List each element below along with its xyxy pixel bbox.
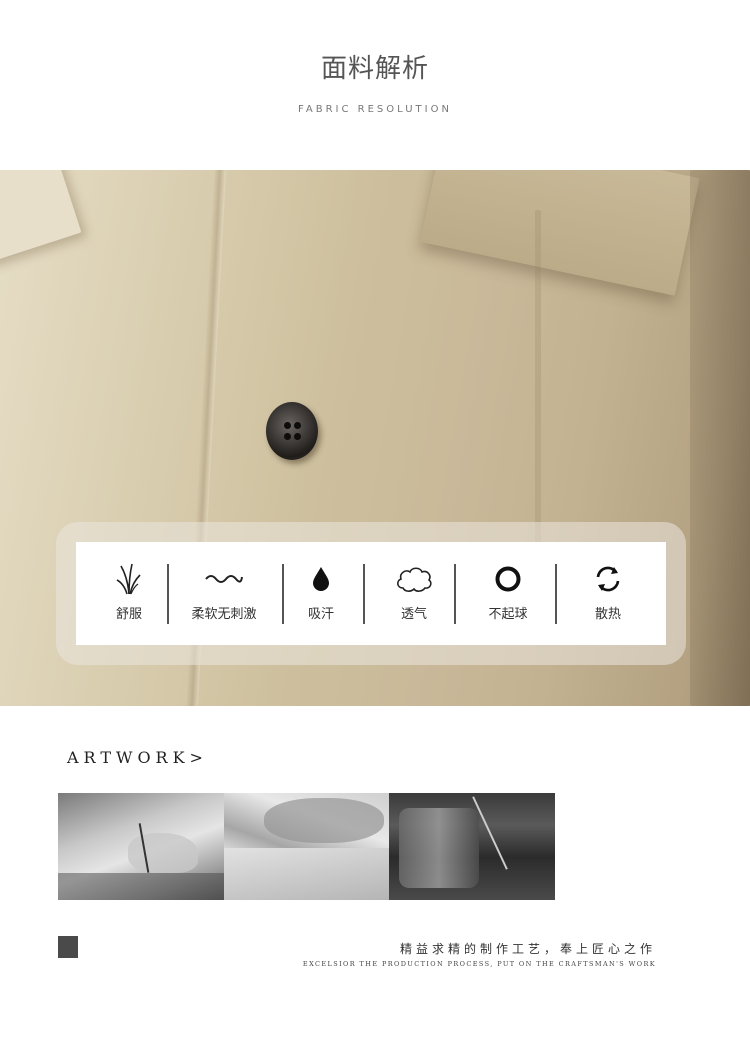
artwork-heading: ARTWORK> [67,748,208,767]
spool-shape [399,808,479,888]
cloud-icon [369,562,459,596]
coat-button [266,402,318,460]
hand-shape [128,833,198,873]
separator [555,564,557,624]
left-lapel [0,170,82,264]
feature-breathable: 透气 [369,562,459,622]
right-flap [420,170,700,296]
feature-label: 柔软无刺激 [191,607,257,622]
feature-label: 不起球 [488,607,528,622]
feature-label: 吸汗 [307,607,334,622]
feature-panel: 舒服 柔软无刺激 吸汗 透气 不起球 散热 [76,542,666,645]
feature-antipilling: 不起球 [463,562,553,622]
feature-comfortable: 舒服 [84,562,174,622]
ring-icon [463,562,553,596]
slogan-english: EXCELSIOR THE PRODUCTION PROCESS, PUT ON… [302,960,656,968]
hands-shape [264,798,384,843]
header-section: 面料解析 FABRIC RESOLUTION [0,0,750,170]
feature-label: 舒服 [115,607,142,622]
right-seam [690,170,750,706]
craft-photo-thread [389,793,555,900]
craft-photo-cutting [224,793,389,900]
button-hole [284,433,291,440]
separator [454,564,456,624]
craft-photo-sewing [58,793,224,900]
button-hole [284,422,291,429]
droplet-icon [276,562,366,596]
page-title: 面料解析 [320,54,429,84]
fabric-fold [224,848,389,900]
slogan-chinese: 精益求精的制作工艺，奉上匠心之作 [399,942,656,956]
refresh-icon [563,562,653,596]
table-edge [58,873,224,900]
feature-label: 透气 [400,607,427,622]
feature-heat: 散热 [563,562,653,622]
grass-icon [84,562,174,596]
button-hole [294,422,301,429]
feature-soft: 柔软无刺激 [179,562,269,622]
button-hole [294,433,301,440]
separator [363,564,365,624]
feature-label: 散热 [594,607,621,622]
feature-sweat: 吸汗 [276,562,366,622]
decorative-square [58,936,78,958]
wave-icon [179,562,269,596]
separator [167,564,169,624]
page-subtitle: FABRIC RESOLUTION [298,104,452,115]
